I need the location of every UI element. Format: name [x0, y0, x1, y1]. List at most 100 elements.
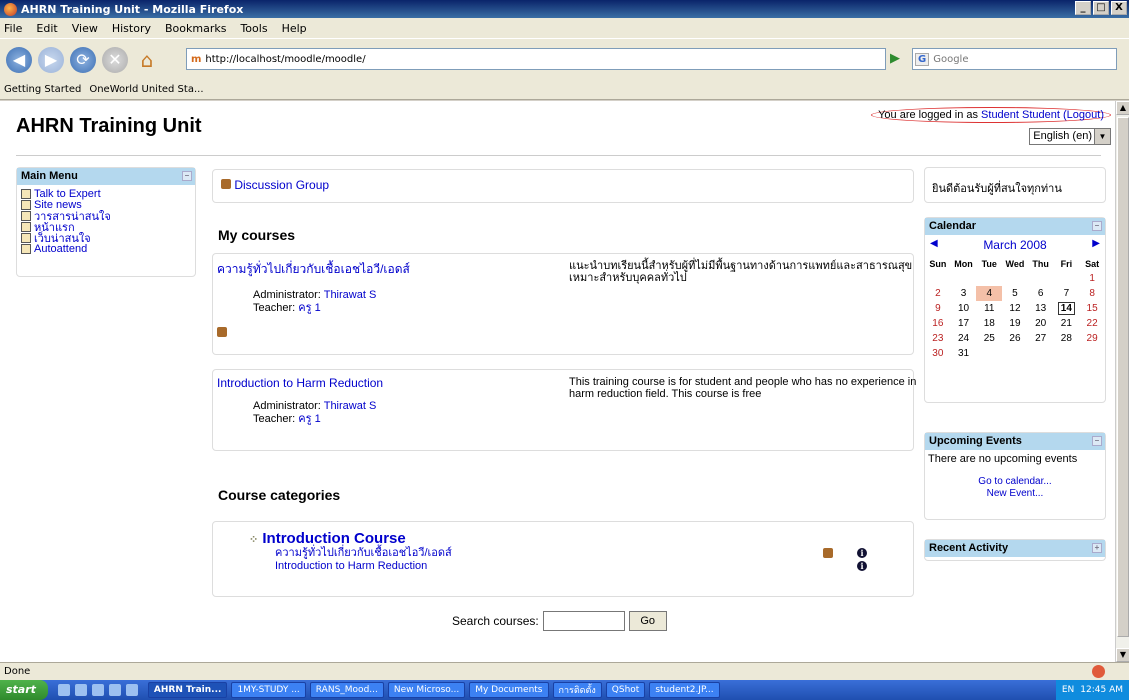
calendar-day[interactable]: 19: [1002, 316, 1028, 331]
menu-edit[interactable]: Edit: [36, 22, 57, 35]
calendar-day[interactable]: 31: [951, 346, 977, 361]
go-arrow-icon[interactable]: ▶: [890, 51, 904, 67]
teacher-link[interactable]: ครู 1: [298, 413, 320, 425]
calendar-day[interactable]: 12: [1002, 301, 1028, 316]
calendar-day[interactable]: 27: [1028, 331, 1054, 346]
info-icon[interactable]: i: [857, 561, 867, 571]
quick-launch-icon[interactable]: [74, 684, 87, 696]
calendar-day[interactable]: 2: [925, 286, 951, 301]
menu-help[interactable]: Help: [282, 22, 307, 35]
calendar-day[interactable]: 7: [1054, 286, 1080, 301]
calendar-day[interactable]: 21: [1054, 316, 1080, 331]
language-select[interactable]: English (en) ▼: [1029, 128, 1111, 145]
calendar-day[interactable]: 25: [976, 331, 1002, 346]
discussion-group-link[interactable]: Discussion Group: [234, 178, 329, 192]
taskbar-item[interactable]: My Documents: [469, 682, 549, 698]
teacher-link[interactable]: ครู 1: [298, 302, 320, 314]
start-button[interactable]: start: [0, 680, 48, 700]
calendar-day[interactable]: 5: [1002, 286, 1028, 301]
calendar-day[interactable]: 17: [951, 316, 977, 331]
home-icon[interactable]: ⌂: [134, 47, 160, 73]
back-arrow-icon[interactable]: ◀: [6, 46, 32, 73]
calendar-day[interactable]: 3: [951, 286, 977, 301]
url-bar[interactable]: m http://localhost/moodle/moodle/: [186, 48, 886, 70]
calendar-day[interactable]: 20: [1028, 316, 1054, 331]
taskbar-item[interactable]: student2.JP...: [649, 682, 720, 698]
prev-month-icon[interactable]: ◀: [930, 238, 938, 252]
forum-icon[interactable]: [823, 548, 833, 558]
taskbar-item[interactable]: New Microso...: [387, 682, 466, 698]
calendar-day[interactable]: 10: [951, 301, 977, 316]
menu-bookmarks[interactable]: Bookmarks: [165, 22, 226, 35]
scroll-thumb[interactable]: [1117, 117, 1129, 637]
taskbar-item[interactable]: การติดตั้ง: [552, 682, 602, 698]
taskbar-item[interactable]: RANS_Mood...: [309, 682, 384, 698]
taskbar-item[interactable]: AHRN Train...: [147, 682, 228, 698]
maximize-button[interactable]: □: [1093, 1, 1109, 15]
calendar-day[interactable]: 9: [925, 301, 951, 316]
info-icon[interactable]: i: [857, 548, 867, 558]
calendar-day[interactable]: 23: [925, 331, 951, 346]
calendar-day[interactable]: 22: [1079, 316, 1105, 331]
menu-item-websites[interactable]: เว็บน่าสนใจ: [17, 232, 195, 245]
calendar-day[interactable]: 6: [1028, 286, 1054, 301]
menu-item-autoattend[interactable]: Autoattend: [17, 243, 195, 255]
calendar-day[interactable]: 18: [976, 316, 1002, 331]
scroll-up-icon[interactable]: ▲: [1116, 101, 1129, 115]
search-courses-input[interactable]: [542, 611, 625, 631]
bookmark-oneworld[interactable]: OneWorld United Sta...: [89, 84, 203, 95]
language-indicator[interactable]: EN: [1062, 685, 1074, 695]
menu-view[interactable]: View: [72, 22, 98, 35]
calendar-day[interactable]: 13: [1028, 301, 1054, 316]
category-link[interactable]: Introduction Course: [262, 530, 405, 547]
calendar-day[interactable]: 11: [976, 301, 1002, 316]
minimize-button[interactable]: _: [1075, 1, 1091, 15]
calendar-day[interactable]: 24: [951, 331, 977, 346]
calendar-month[interactable]: March 2008: [983, 238, 1046, 252]
collapse-icon[interactable]: –: [1092, 221, 1102, 231]
calendar-day[interactable]: 16: [925, 316, 951, 331]
go-to-calendar-link[interactable]: Go to calendar...: [978, 476, 1051, 487]
category-course-link[interactable]: ความรู้ทั่วไปเกี่ยวกับเชื้อเอชไอวี/เอดส์: [275, 547, 452, 559]
quick-launch-icon[interactable]: [125, 684, 138, 696]
admin-link[interactable]: Thirawat S: [324, 400, 377, 412]
reload-icon[interactable]: ⟳: [70, 46, 96, 73]
calendar-day[interactable]: 1: [1079, 271, 1105, 286]
scroll-down-icon[interactable]: ▼: [1116, 648, 1129, 662]
quick-launch-icon[interactable]: [91, 684, 104, 696]
taskbar-item[interactable]: QShot: [605, 682, 646, 698]
close-button[interactable]: X: [1111, 1, 1127, 15]
user-profile-link[interactable]: Student Student: [981, 109, 1060, 121]
new-event-link[interactable]: New Event...: [987, 488, 1044, 499]
calendar-day[interactable]: 15: [1079, 301, 1105, 316]
calendar-day[interactable]: 8: [1079, 286, 1105, 301]
calendar-day[interactable]: 28: [1054, 331, 1080, 346]
forward-arrow-icon[interactable]: ▶: [38, 46, 64, 73]
calendar-day[interactable]: 14: [1054, 301, 1080, 316]
calendar-day[interactable]: 4: [976, 286, 1003, 301]
menu-tools[interactable]: Tools: [240, 22, 267, 35]
menu-item-talk-to-expert[interactable]: Talk to Expert: [17, 188, 195, 200]
menu-history[interactable]: History: [112, 22, 151, 35]
next-month-icon[interactable]: ▶: [1092, 238, 1100, 252]
go-button[interactable]: Go: [628, 611, 667, 631]
expand-icon[interactable]: +: [1092, 543, 1102, 553]
search-bar[interactable]: G Google: [912, 48, 1117, 70]
bookmark-getting-started[interactable]: Getting Started: [4, 84, 81, 95]
status-icon[interactable]: [1092, 665, 1105, 678]
quick-launch-icon[interactable]: [57, 684, 70, 696]
admin-link[interactable]: Thirawat S: [324, 289, 377, 301]
category-course-link[interactable]: Introduction to Harm Reduction: [275, 560, 427, 572]
forum-icon[interactable]: [217, 327, 227, 337]
collapse-icon[interactable]: –: [182, 171, 192, 181]
calendar-day[interactable]: 30: [925, 346, 951, 361]
stop-icon[interactable]: ✕: [102, 46, 128, 73]
menu-file[interactable]: File: [4, 22, 22, 35]
collapse-icon[interactable]: –: [1092, 436, 1102, 446]
page-scrollbar[interactable]: ▲ ▼: [1115, 101, 1129, 662]
taskbar-item[interactable]: 1MY-STUDY ...: [231, 682, 306, 698]
logout-link[interactable]: (Logout): [1063, 109, 1104, 121]
calendar-day[interactable]: 26: [1002, 331, 1028, 346]
calendar-day[interactable]: 29: [1079, 331, 1105, 346]
quick-launch-icon[interactable]: [108, 684, 121, 696]
